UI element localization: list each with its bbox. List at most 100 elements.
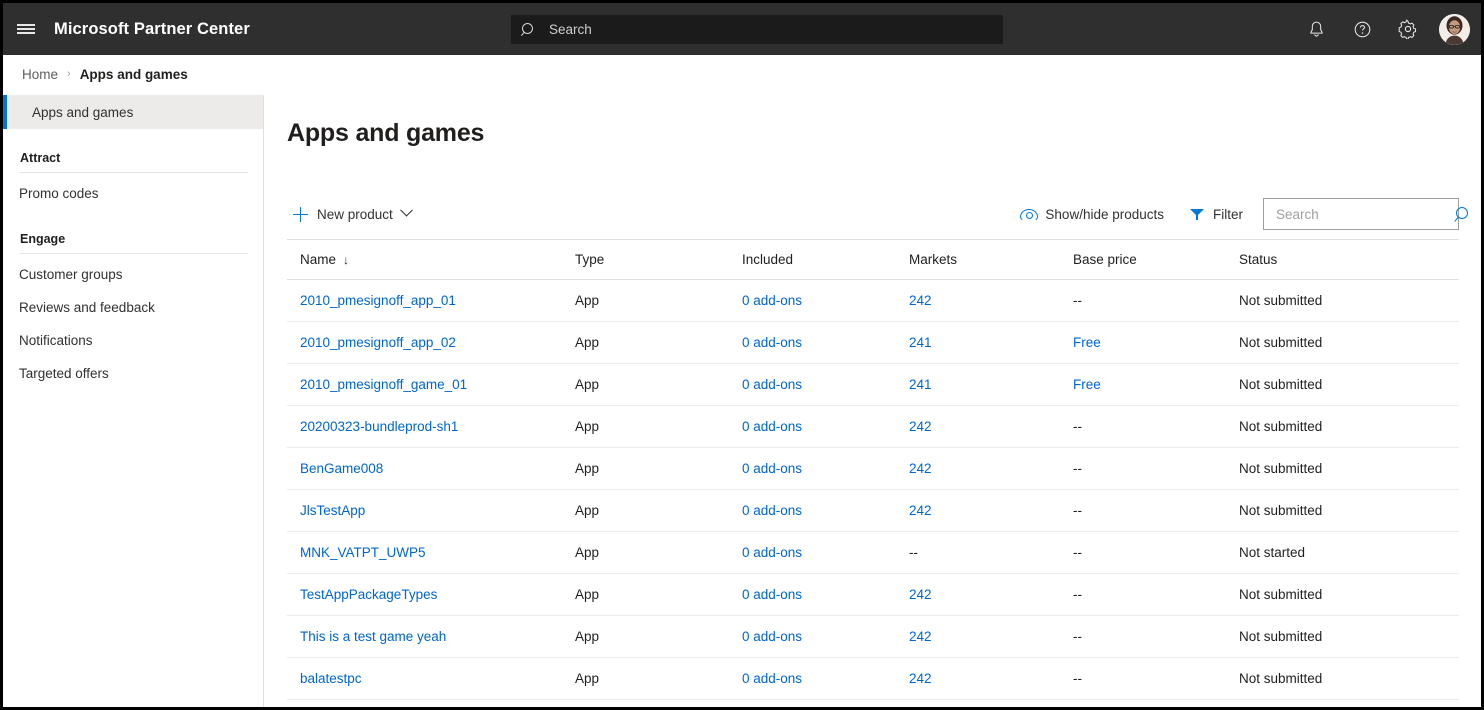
cell-markets-value[interactable]: 242 bbox=[909, 293, 932, 308]
cell-type-value: App bbox=[575, 629, 600, 644]
cell-base-price: -- bbox=[1073, 279, 1239, 322]
cell-markets: 242 bbox=[909, 489, 1073, 532]
cell-product-name: 20200323-bundleprod-sh1 bbox=[287, 405, 575, 448]
cell-type: App bbox=[575, 321, 742, 364]
cell-included-value[interactable]: 0 add-ons bbox=[742, 461, 802, 476]
search-icon[interactable] bbox=[1455, 206, 1472, 223]
cell-status-value: Not submitted bbox=[1239, 377, 1323, 392]
cell-included: 0 add-ons bbox=[742, 615, 909, 658]
column-header-type[interactable]: Type bbox=[575, 240, 742, 280]
cell-included-value[interactable]: 0 add-ons bbox=[742, 671, 802, 686]
sidebar-nav: Apps and games Attract Promo codes Engag… bbox=[3, 95, 264, 707]
cell-base-price-value: -- bbox=[1073, 629, 1082, 644]
cell-markets-value[interactable]: 242 bbox=[909, 629, 932, 644]
column-header-status[interactable]: Status bbox=[1239, 240, 1459, 280]
cell-type: App bbox=[575, 699, 742, 707]
column-header-markets[interactable]: Markets bbox=[909, 240, 1073, 280]
cell-product-name-value[interactable]: MNK_VATPT_UWP5 bbox=[300, 545, 426, 560]
sidebar-item-targeted-offers[interactable]: Targeted offers bbox=[3, 357, 263, 390]
cell-markets-value[interactable]: 241 bbox=[909, 377, 932, 392]
sidebar-group-attract-items: Promo codes bbox=[3, 177, 263, 210]
column-header-name[interactable]: Name ↓ bbox=[287, 240, 575, 280]
sidebar-section-title: Attract bbox=[20, 151, 61, 165]
hamburger-icon-lines bbox=[17, 22, 35, 37]
help-icon[interactable] bbox=[1339, 3, 1385, 55]
sidebar-item-apps-and-games[interactable]: Apps and games bbox=[3, 95, 263, 129]
cell-product-name-value[interactable]: 2010_pmesignoff_game_01 bbox=[300, 377, 467, 392]
product-search-box[interactable] bbox=[1263, 198, 1468, 230]
cell-included-value[interactable]: 0 add-ons bbox=[742, 545, 802, 560]
cell-product-name-value[interactable]: TestAppPackageTypes bbox=[300, 587, 437, 602]
cell-product-name-value[interactable]: 2010_pmesignoff_app_02 bbox=[300, 335, 456, 350]
cell-included-value[interactable]: 0 add-ons bbox=[742, 335, 802, 350]
table-row: 2010_pmesignoff_app_02 App 0 add-ons 241 Fre… bbox=[287, 321, 1459, 364]
cell-markets: 242 bbox=[909, 279, 1073, 322]
cell-included-value[interactable]: 0 add-ons bbox=[742, 587, 802, 602]
breadcrumb-separator-icon: › bbox=[67, 68, 71, 80]
cell-included-value[interactable]: 0 add-ons bbox=[742, 419, 802, 434]
breadcrumb: Home › Apps and games bbox=[3, 55, 1481, 95]
product-search-input[interactable] bbox=[1274, 205, 1455, 223]
breadcrumb-item-home[interactable]: Home bbox=[22, 67, 58, 82]
new-product-button[interactable]: New product bbox=[287, 198, 417, 230]
cell-included-value[interactable]: 0 add-ons bbox=[742, 293, 802, 308]
cell-base-price: -- bbox=[1073, 447, 1239, 490]
cell-included-value[interactable]: 0 add-ons bbox=[742, 503, 802, 518]
sidebar-item-notifications[interactable]: Notifications bbox=[3, 324, 263, 357]
plus-icon bbox=[293, 206, 308, 222]
cell-base-price: -- bbox=[1073, 615, 1239, 658]
sidebar-item-reviews-and-feedback[interactable]: Reviews and feedback bbox=[3, 291, 263, 324]
cell-markets-value[interactable]: 242 bbox=[909, 419, 932, 434]
cell-product-name-value[interactable]: balatestpc bbox=[300, 671, 362, 686]
cell-base-price-value: -- bbox=[1073, 545, 1082, 560]
cell-status-value: Not submitted bbox=[1239, 587, 1323, 602]
column-header-included[interactable]: Included bbox=[742, 240, 909, 280]
filter-button[interactable]: Filter bbox=[1184, 198, 1249, 230]
cell-markets: 242 bbox=[909, 573, 1073, 616]
table-row: This is a test game yeah App 0 add-ons 242 -… bbox=[287, 615, 1459, 658]
cell-status-value: Not submitted bbox=[1239, 461, 1323, 476]
cell-status: Not submitted bbox=[1239, 447, 1459, 490]
cell-product-name-value[interactable]: 20200323-bundleprod-sh1 bbox=[300, 419, 458, 434]
sidebar-item-label: Customer groups bbox=[19, 267, 123, 282]
cell-included-value[interactable]: 0 add-ons bbox=[742, 377, 802, 392]
cell-product-name: 2010_pmesignoff_app_02 bbox=[287, 321, 575, 364]
cell-markets-value[interactable]: 242 bbox=[909, 503, 932, 518]
cell-base-price: -- bbox=[1073, 573, 1239, 616]
sidebar-item-label: Reviews and feedback bbox=[19, 300, 155, 315]
cell-status-value: Not submitted bbox=[1239, 293, 1323, 308]
cell-markets-value[interactable]: 242 bbox=[909, 587, 932, 602]
cell-product-name: 2010_pmesignoff_app_01 bbox=[287, 279, 575, 322]
cell-base-price-value[interactable]: Free bbox=[1073, 335, 1101, 350]
sidebar-item-promo-codes[interactable]: Promo codes bbox=[3, 177, 263, 210]
cell-included: 0 add-ons bbox=[742, 447, 909, 490]
settings-gear-icon[interactable] bbox=[1385, 3, 1431, 55]
cell-base-price: -- bbox=[1073, 489, 1239, 532]
table-row: TestAppPackageTypes App 0 add-ons 242 -- Not … bbox=[287, 573, 1459, 616]
cell-markets-value[interactable]: 241 bbox=[909, 335, 932, 350]
column-header-base-price[interactable]: Base price bbox=[1073, 240, 1239, 280]
sidebar-item-customer-groups[interactable]: Customer groups bbox=[3, 258, 263, 291]
cell-type: App bbox=[575, 657, 742, 700]
notifications-icon[interactable] bbox=[1293, 3, 1339, 55]
global-search-box[interactable]: Search bbox=[511, 15, 1003, 44]
cell-product-name-value[interactable]: BenGame008 bbox=[300, 461, 383, 476]
cell-included-value[interactable]: 0 add-ons bbox=[742, 629, 802, 644]
table-row: balatestpc App 0 add-ons 242 -- Not submitted bbox=[287, 657, 1459, 700]
cell-markets-value[interactable]: 242 bbox=[909, 461, 932, 476]
cell-status-value: Not submitted bbox=[1239, 671, 1323, 686]
cell-type: App bbox=[575, 531, 742, 574]
cell-markets-value[interactable]: 242 bbox=[909, 671, 932, 686]
show-hide-products-button[interactable]: Show/hide products bbox=[1014, 198, 1170, 230]
cell-included: 0 add-ons bbox=[742, 489, 909, 532]
cell-base-price-value[interactable]: Free bbox=[1073, 377, 1101, 392]
cell-product-name: 2010_pmesignoff_game_01 bbox=[287, 363, 575, 406]
account-avatar[interactable] bbox=[1431, 3, 1477, 55]
search-icon bbox=[521, 22, 537, 38]
cell-product-name-value[interactable]: 2010_pmesignoff_app_01 bbox=[300, 293, 456, 308]
cell-product-name-value[interactable]: This is a test game yeah bbox=[300, 629, 446, 644]
cell-product-name-value[interactable]: JlsTestApp bbox=[300, 503, 365, 518]
hamburger-menu-icon[interactable] bbox=[3, 3, 49, 55]
table-row: 2010_pmesignoff_game_01 App 0 add-ons 241 Fr… bbox=[287, 363, 1459, 406]
cell-status-value: Not submitted bbox=[1239, 335, 1323, 350]
